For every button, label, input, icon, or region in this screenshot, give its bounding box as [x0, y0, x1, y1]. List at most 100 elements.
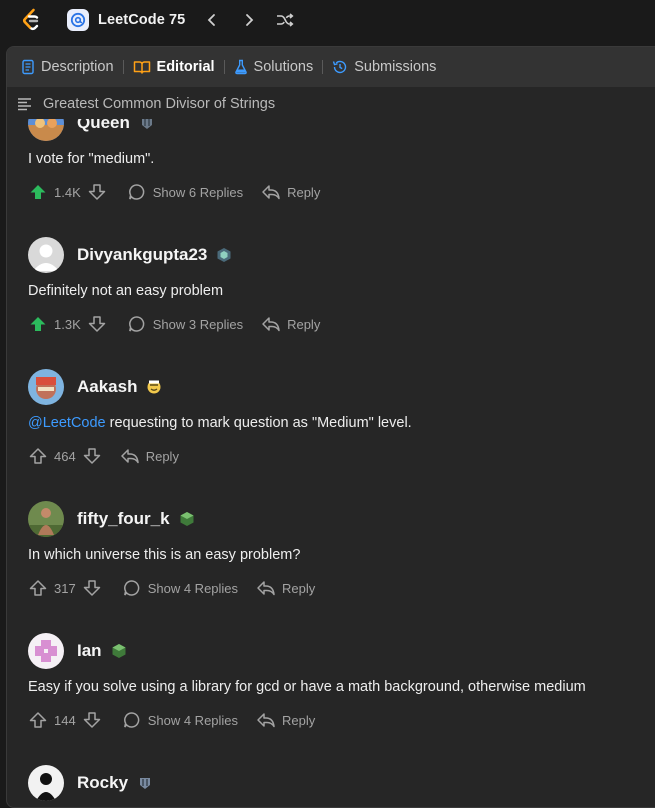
- comment-text: @LeetCode requesting to mark question as…: [28, 415, 412, 431]
- arrow-up-icon: [29, 448, 47, 464]
- reply-label: Reply: [145, 448, 179, 464]
- reply-arrow-icon: [257, 581, 275, 596]
- badge-icon: [216, 247, 232, 263]
- leetcode-logo-icon[interactable]: [20, 8, 42, 32]
- study-plan-icon: [67, 9, 89, 31]
- avatar[interactable]: [28, 765, 64, 801]
- comment-text: Easy if you solve using a library for gc…: [28, 679, 586, 695]
- avatar[interactable]: [28, 633, 64, 669]
- reply-label: Reply: [282, 580, 316, 596]
- arrow-down-icon: [83, 448, 100, 464]
- avatar[interactable]: [28, 237, 64, 273]
- username[interactable]: Queen: [77, 119, 130, 133]
- upvote-button[interactable]: 144: [28, 710, 76, 730]
- book-icon: [133, 61, 150, 74]
- downvote-button[interactable]: [82, 710, 102, 730]
- username[interactable]: Divyankgupta23: [77, 245, 207, 265]
- comment-actions: 1.3K Show 3 Replies Reply: [28, 313, 320, 335]
- problem-header: Greatest Common Divisor of Strings: [7, 89, 655, 119]
- tab-description[interactable]: Description: [21, 47, 114, 87]
- comment-header: Ian: [28, 633, 127, 669]
- menu-icon[interactable]: [17, 97, 33, 111]
- comment-list: Queen I vote for "medium". 1.4K Show 6 R…: [7, 119, 655, 807]
- random-problem-button[interactable]: [274, 9, 296, 31]
- arrow-down-icon: [83, 712, 100, 728]
- reply-button[interactable]: Reply: [261, 182, 320, 202]
- show-replies-button[interactable]: Show 3 Replies: [127, 314, 243, 334]
- avatar[interactable]: [28, 119, 64, 141]
- reply-button[interactable]: Reply: [256, 578, 315, 598]
- username[interactable]: Aakash: [77, 377, 137, 397]
- upvote-count: 1.4K: [54, 184, 81, 200]
- content-panel: Description Editorial Solutions Submissi…: [6, 46, 655, 808]
- comment-text: Definitely not an easy problem: [28, 283, 224, 299]
- comment-actions: 144 Show 4 Replies Reply: [28, 709, 315, 731]
- problem-title: Greatest Common Divisor of Strings: [43, 96, 276, 112]
- tab-solutions[interactable]: Solutions: [234, 47, 313, 87]
- tab-editorial[interactable]: Editorial: [133, 47, 215, 87]
- user-mention-link[interactable]: @LeetCode: [28, 415, 106, 431]
- downvote-button[interactable]: [87, 314, 107, 334]
- upvote-button[interactable]: 317: [28, 578, 76, 598]
- problem-list-button[interactable]: LeetCode 75: [67, 7, 185, 33]
- show-replies-button[interactable]: Show 4 Replies: [122, 710, 238, 730]
- username[interactable]: Ian: [77, 641, 102, 661]
- avatar[interactable]: [28, 501, 64, 537]
- tab-description-label: Description: [41, 59, 114, 75]
- tab-submissions[interactable]: Submissions: [332, 47, 436, 87]
- chevron-left-icon: [207, 14, 215, 26]
- upvote-button[interactable]: 1.4K: [28, 182, 81, 202]
- chevron-right-icon: [246, 14, 254, 26]
- reply-button[interactable]: Reply: [120, 446, 179, 466]
- comment-text: In which universe this is an easy proble…: [28, 547, 301, 563]
- comment-text-body: requesting to mark question as "Medium" …: [105, 415, 412, 431]
- top-bar: LeetCode 75: [0, 0, 655, 40]
- badge-icon: [146, 379, 162, 395]
- downvote-button[interactable]: [87, 182, 107, 202]
- comment-header: Rocky: [28, 765, 153, 801]
- prev-problem-button[interactable]: [201, 9, 223, 31]
- arrow-up-icon: [29, 580, 47, 596]
- arrow-up-icon: [30, 317, 46, 331]
- badge-icon: [179, 511, 195, 527]
- arrow-down-icon: [88, 316, 105, 332]
- upvote-count: 317: [54, 580, 76, 596]
- badge-icon: [111, 643, 127, 659]
- reply-arrow-icon: [262, 185, 280, 200]
- upvote-button[interactable]: 1.3K: [28, 314, 81, 334]
- badge-icon: [137, 775, 153, 791]
- comment-bubble-icon: [128, 316, 145, 332]
- upvote-count: 144: [54, 712, 76, 728]
- tab-editorial-label: Editorial: [156, 59, 215, 75]
- upvote-count: 1.3K: [54, 316, 81, 332]
- show-replies-button[interactable]: Show 4 Replies: [122, 578, 238, 598]
- flask-icon: [234, 59, 247, 75]
- reply-button[interactable]: Reply: [261, 314, 320, 334]
- show-replies-label: Show 6 Replies: [152, 184, 244, 200]
- show-replies-button[interactable]: Show 6 Replies: [127, 182, 243, 202]
- show-replies-label: Show 4 Replies: [147, 580, 239, 596]
- arrow-down-icon: [83, 580, 100, 596]
- tab-divider: [322, 60, 324, 74]
- avatar[interactable]: [28, 369, 64, 405]
- comment-text: I vote for "medium".: [28, 151, 155, 167]
- badge-icon: [139, 119, 155, 131]
- comment-header: Divyankgupta23: [28, 237, 232, 273]
- arrow-up-icon: [29, 712, 47, 728]
- reply-button[interactable]: Reply: [256, 710, 315, 730]
- downvote-button[interactable]: [82, 446, 102, 466]
- comment-header: Aakash: [28, 369, 162, 405]
- comment-header: Queen: [28, 119, 155, 141]
- reply-arrow-icon: [120, 449, 139, 464]
- history-icon: [333, 60, 347, 74]
- tab-divider: [122, 60, 124, 74]
- show-replies-label: Show 3 Replies: [152, 316, 244, 332]
- reply-arrow-icon: [257, 713, 275, 728]
- downvote-button[interactable]: [82, 578, 102, 598]
- username[interactable]: Rocky: [77, 773, 128, 793]
- next-problem-button[interactable]: [238, 9, 260, 31]
- username[interactable]: fifty_four_k: [77, 509, 170, 529]
- comment-bubble-icon: [123, 712, 140, 728]
- upvote-button[interactable]: 464: [28, 446, 76, 466]
- arrow-down-icon: [88, 184, 105, 200]
